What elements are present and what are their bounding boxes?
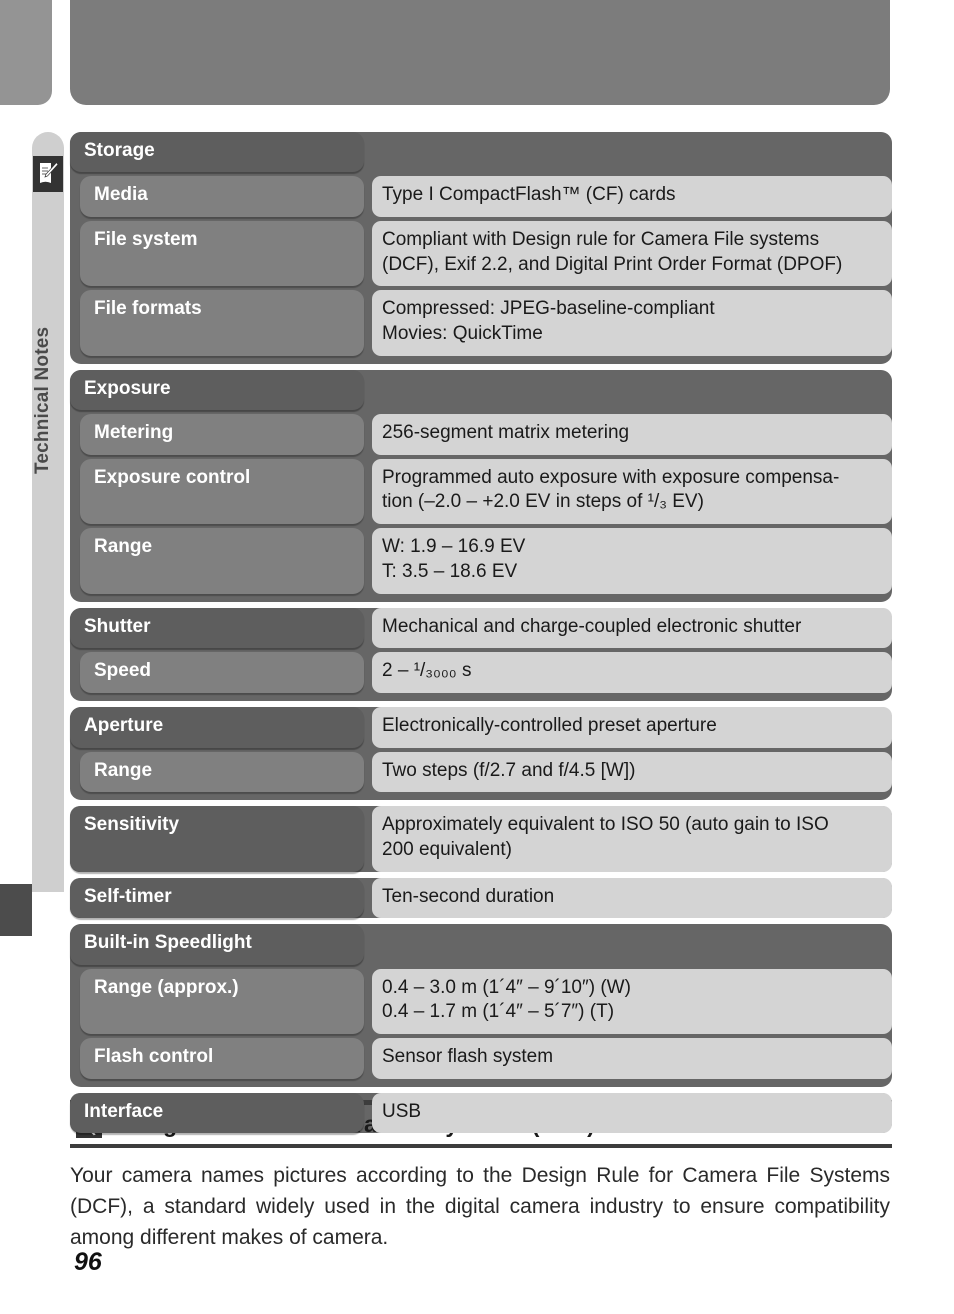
spec-row-value: Sensor flash system: [372, 1038, 892, 1079]
spec-row-label: Self-timer: [70, 877, 364, 919]
specifications-table: Storage Media Type I CompactFlash™ (CF) ca…: [70, 132, 892, 1139]
spec-row-label: Aperture: [70, 706, 364, 748]
chapter-tab-label: Technical Notes: [32, 326, 53, 474]
page-edge-marker: [0, 884, 32, 936]
spec-row: File formats Compressed: JPEG-baseline-co…: [70, 290, 892, 359]
spec-row-label: Storage: [70, 132, 364, 173]
spec-value-line: 256-segment matrix metering: [382, 422, 630, 444]
spec-row: Range Two steps (f/2.7 and f/4.5 [W]): [70, 751, 892, 797]
spec-row-label: Flash control: [80, 1038, 364, 1079]
spec-row: File system Compliant with Design rule fo…: [70, 221, 892, 290]
spec-row: Range (approx.) 0.4 – 3.0 m (1´4″ – 9´10″…: [70, 968, 892, 1038]
spec-value-line: tion (–2.0 – +2.0 EV in steps of ¹/₃ EV): [382, 491, 704, 513]
spec-row: Speed 2 – ¹/₃₀₀₀ s: [70, 652, 892, 697]
spec-value-line: Compliant with Design rule for Camera Fi…: [382, 229, 820, 250]
spec-row-label: Exposure: [70, 369, 364, 411]
spec-value-line: Ten-second duration: [382, 885, 555, 907]
spec-value-line: (DCF), Exif 2.2, and Digital Print Order…: [382, 253, 843, 275]
spec-row-label: Range: [80, 751, 364, 793]
spec-group-band: Exposure Metering 256-segment matrix meter…: [70, 369, 892, 602]
spec-value-line: Mechanical and charge-coupled electronic…: [382, 615, 802, 637]
spec-row-label: Speed: [80, 652, 364, 693]
spec-row-value: W: 1.9 – 16.9 EV T: 3.5 – 18.6 EV: [372, 528, 892, 594]
spec-value-line: Electronically-controlled preset apertur…: [382, 714, 717, 736]
spec-row: Exposure control Programmed auto exposure…: [70, 458, 892, 528]
page-number: 96: [74, 1248, 102, 1276]
spec-row: Self-timer Ten-second duration: [70, 877, 892, 919]
spec-row-label: Range: [80, 528, 364, 594]
spec-row-label: Built-in Speedlight: [70, 924, 364, 965]
spec-value-line: Movies: QuickTime: [382, 323, 543, 345]
spec-value-line: 200 equivalent): [382, 838, 512, 860]
spec-row: Media Type I CompactFlash™ (CF) cards: [70, 176, 892, 221]
spec-row: Interface USB: [70, 1092, 892, 1134]
note-rule-bottom: [70, 1144, 892, 1148]
spec-value-line: Compressed: JPEG-baseline-compliant: [382, 298, 715, 320]
spec-row-value: Ten-second duration: [372, 877, 892, 919]
spec-row-label: Shutter: [70, 607, 364, 649]
spec-row-label: Range (approx.): [80, 968, 364, 1034]
spec-row: Aperture Electronically-controlled preset…: [70, 706, 892, 752]
spec-row: Storage: [70, 132, 892, 176]
spec-row-value: Two steps (f/2.7 and f/4.5 [W]): [372, 751, 892, 793]
spec-group-band: Storage Media Type I CompactFlash™ (CF) ca…: [70, 132, 892, 364]
spec-row-label: Media: [80, 176, 364, 217]
spec-group-aperture: Aperture Electronically-controlled preset…: [70, 706, 892, 801]
spec-group-exposure: Exposure Metering 256-segment matrix meter…: [70, 369, 892, 602]
spec-value-line: 0.4 – 3.0 m (1´4″ – 9´10″) (W): [382, 976, 631, 998]
spec-value-line: Two steps (f/2.7 and f/4.5 [W]): [382, 759, 636, 781]
spec-row-value: 256-segment matrix metering: [372, 414, 892, 455]
spec-group-band: Shutter Mechanical and charge-coupled ele…: [70, 607, 892, 701]
spec-value-line: Programmed auto exposure with exposure c…: [382, 466, 840, 488]
spec-row-value: Compressed: JPEG-baseline-compliant Movie…: [372, 290, 892, 356]
spec-value-line: 2 – ¹/₃₀₀₀ s: [382, 660, 472, 682]
spec-row-value: [372, 370, 892, 410]
spec-group-band: Built-in Speedlight Range (approx.) 0.4 – …: [70, 924, 892, 1087]
spec-row-value: [372, 924, 892, 964]
note-body: Your camera names pictures according to …: [70, 1164, 890, 1250]
spec-value-line: Type I CompactFlash™ (CF) cards: [382, 184, 676, 206]
spec-group-sensitivity: Sensitivity Approximately equivalent to I…: [70, 806, 892, 872]
spec-row: Shutter Mechanical and charge-coupled ele…: [70, 607, 892, 653]
spec-row-value: Mechanical and charge-coupled electronic…: [372, 607, 892, 649]
spec-row-label: File formats: [80, 290, 364, 356]
spec-row-label: Exposure control: [80, 458, 364, 525]
spec-row-label: File system: [80, 221, 364, 287]
spec-group-self-timer: Self-timer Ten-second duration: [70, 877, 892, 919]
spec-row-value: USB: [372, 1092, 892, 1134]
spec-value-line: 0.4 – 1.7 m (1´4″ – 5´7″) (T): [382, 1001, 615, 1023]
spec-value-line: W: 1.9 – 16.9 EV: [382, 536, 526, 558]
spec-row: Range W: 1.9 – 16.9 EV T: 3.5 – 18.6 EV: [70, 528, 892, 597]
spec-group-band: Aperture Electronically-controlled preset…: [70, 706, 892, 801]
spec-group-built-in-speedlight: Built-in Speedlight Range (approx.) 0.4 – …: [70, 924, 892, 1087]
top-margin-bar-main: [70, 0, 890, 105]
spec-row-value: Electronically-controlled preset apertur…: [372, 706, 892, 748]
spec-value-line: T: 3.5 – 18.6 EV: [382, 560, 518, 582]
spec-row: Built-in Speedlight: [70, 924, 892, 968]
spec-value-line: Approximately equivalent to ISO 50 (auto…: [382, 814, 829, 836]
spec-row: Metering 256-segment matrix metering: [70, 414, 892, 459]
note-pen-icon: [33, 156, 63, 192]
spec-row: Exposure: [70, 369, 892, 414]
spec-row-label: Metering: [80, 414, 364, 455]
spec-row-value: Type I CompactFlash™ (CF) cards: [372, 176, 892, 217]
spec-row-value: [372, 132, 892, 172]
spec-row: Sensitivity Approximately equivalent to I…: [70, 806, 892, 872]
spec-group-storage: Storage Media Type I CompactFlash™ (CF) ca…: [70, 132, 892, 364]
spec-row-value: 2 – ¹/₃₀₀₀ s: [372, 652, 892, 693]
spec-row-value: Programmed auto exposure with exposure c…: [372, 458, 892, 525]
spec-value-line: USB: [382, 1100, 422, 1122]
spec-row-value: 0.4 – 3.0 m (1´4″ – 9´10″) (W) 0.4 – 1.7 …: [372, 968, 892, 1034]
spec-row-value: Compliant with Design rule for Camera Fi…: [372, 221, 892, 287]
spec-row-label: Interface: [70, 1092, 364, 1134]
spec-row-value: Approximately equivalent to ISO 50 (auto…: [372, 806, 892, 872]
spec-group-shutter: Shutter Mechanical and charge-coupled ele…: [70, 607, 892, 701]
spec-group-interface: Interface USB: [70, 1092, 892, 1134]
spec-row-label: Sensitivity: [70, 806, 364, 872]
spec-value-line: Sensor flash system: [382, 1046, 554, 1067]
spec-row: Flash control Sensor flash system: [70, 1038, 892, 1083]
top-margin-bar-left: [0, 0, 52, 105]
